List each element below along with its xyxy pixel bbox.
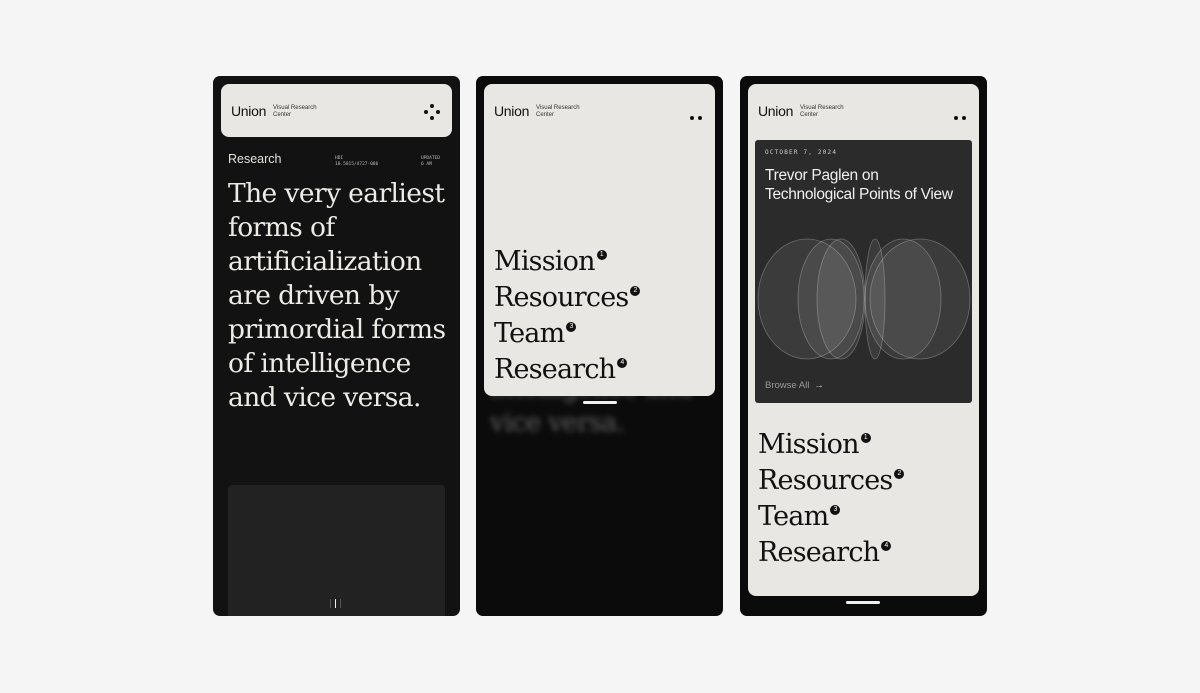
featured-article-card[interactable]: OCTOBER 7, 2024 Trevor Paglen on Technol… <box>755 140 972 403</box>
menu-item-research[interactable]: Research 4 <box>758 535 904 571</box>
phone-screen-feature: Union Visual Research Center OCTOBER 7, … <box>740 76 987 616</box>
phone-screen-menu: intelligence and vice versa. Union Visua… <box>476 76 723 616</box>
logo-tagline: Visual Research Center <box>273 105 317 118</box>
logo[interactable]: Union <box>494 103 529 119</box>
menu-item-team[interactable]: Team 3 <box>758 499 904 535</box>
phone-screen-research: Union Visual Research Center Research HD… <box>213 76 460 616</box>
doi-meta: HDI 10.5815/4727-086 <box>335 156 379 167</box>
main-menu: Mission 1 Resources 2 Team 3 Research 4 <box>494 244 641 388</box>
browse-all-link[interactable]: Browse All → <box>765 380 824 391</box>
menu-item-mission[interactable]: Mission 1 <box>758 427 904 463</box>
menu-item-resources[interactable]: Resources 2 <box>494 280 641 316</box>
menu-item-mission[interactable]: Mission 1 <box>494 244 640 280</box>
section-label: Research <box>228 152 282 166</box>
drag-handle[interactable] <box>583 401 617 404</box>
updated-meta: UPDATED 6 AM <box>421 156 440 167</box>
drag-handle[interactable] <box>846 601 880 604</box>
menu-item-research[interactable]: Research 4 <box>494 352 640 388</box>
menu-panel: Union Visual Research Center OCTOBER 7, … <box>748 84 979 596</box>
abstract-circles-graphic <box>757 238 971 360</box>
logo-tagline: Visual Research Center <box>800 105 844 118</box>
article-title[interactable]: Trevor Paglen on Technological Points of… <box>765 166 965 204</box>
article-date: OCTOBER 7, 2024 <box>765 149 838 156</box>
logo[interactable]: Union <box>758 103 793 119</box>
two-dots-icon[interactable] <box>686 107 702 125</box>
two-dots-icon[interactable] <box>950 107 966 125</box>
menu-item-team[interactable]: Team 3 <box>494 316 640 352</box>
menu-panel: Union Visual Research Center Mission 1 Re… <box>484 84 715 396</box>
logo[interactable]: Union <box>231 103 266 119</box>
four-dots-icon[interactable] <box>424 104 440 120</box>
headline: The very earliest forms of artificializa… <box>228 178 446 413</box>
menu-item-resources[interactable]: Resources 2 <box>758 463 905 499</box>
arrow-right-icon: → <box>814 380 824 391</box>
logo-tagline: Visual Research Center <box>536 105 580 118</box>
media-card[interactable] <box>228 485 445 616</box>
site-header: Union Visual Research Center <box>221 84 452 137</box>
main-menu: Mission 1 Resources 2 Team 3 Research 4 <box>758 427 905 571</box>
